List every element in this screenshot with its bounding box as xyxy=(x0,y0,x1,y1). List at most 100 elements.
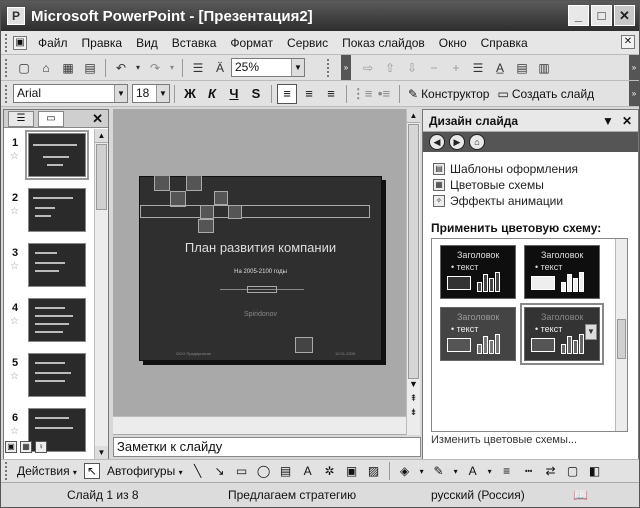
redo-dropdown-icon[interactable]: ▾ xyxy=(168,59,176,77)
scroll-down-icon[interactable]: ▼ xyxy=(95,446,108,460)
slide-thumbnail[interactable]: 1 ☆ xyxy=(4,129,94,181)
scroll-up-icon[interactable]: ▲ xyxy=(95,129,108,143)
close-icon[interactable]: ✕ xyxy=(92,111,103,127)
menu-window[interactable]: Окно xyxy=(432,36,474,50)
design-templates-link[interactable]: ▤ Шаблоны оформления xyxy=(433,162,578,176)
line-icon[interactable]: ╲ xyxy=(190,463,206,479)
chevron-down-icon[interactable]: ▾ xyxy=(487,463,493,479)
insert-comment-icon[interactable]: ▤ xyxy=(513,59,531,77)
menu-file[interactable]: Файл xyxy=(31,36,75,50)
task-pane-menu-icon[interactable]: ▼ xyxy=(602,114,614,128)
toolbar-options-icon[interactable]: » xyxy=(629,55,639,80)
editor-scrollbar[interactable]: ▲ ▼ ⇞ ⇟ xyxy=(406,109,420,435)
slide-thumbnail[interactable]: 3 ☆ xyxy=(4,239,94,291)
underline-button[interactable]: Ч xyxy=(224,84,244,104)
color-schemes-link[interactable]: ▦ Цветовые схемы xyxy=(433,178,544,192)
scroll-down-icon[interactable]: ▼ xyxy=(407,379,420,389)
line-color-icon[interactable]: ✎ xyxy=(431,463,447,479)
slide-title[interactable]: План развития компании xyxy=(140,240,381,255)
save-icon[interactable]: ▦ xyxy=(59,59,77,77)
slide-subtitle[interactable]: На 2005-2100 годы xyxy=(140,269,381,275)
chevron-down-icon[interactable]: ▼ xyxy=(585,324,597,340)
maximize-button[interactable]: □ xyxy=(591,5,612,26)
tab-outline[interactable]: ☰ xyxy=(8,110,34,127)
select-objects-icon[interactable]: ↖ xyxy=(83,463,100,479)
expand-icon[interactable]: + xyxy=(447,59,465,77)
home-icon[interactable]: ⌂ xyxy=(469,134,485,150)
menu-tools[interactable]: Сервис xyxy=(280,36,335,50)
menu-help[interactable]: Справка xyxy=(474,36,535,50)
color-scheme-option[interactable]: Заголовок • текст xyxy=(524,245,600,299)
rectangle-icon[interactable]: ▭ xyxy=(234,463,250,479)
toolbar-options-icon[interactable]: » xyxy=(629,81,639,106)
new-slide-button[interactable]: ▭ Создать слайд xyxy=(497,87,594,101)
collapse-icon[interactable]: − xyxy=(425,59,443,77)
shadow-button[interactable]: S xyxy=(246,84,266,104)
open-icon[interactable]: ⌂ xyxy=(37,59,55,77)
toolbar-grip[interactable] xyxy=(5,58,9,77)
slide-sorter-icon[interactable]: ▦ xyxy=(20,441,32,453)
menu-format[interactable]: Формат xyxy=(223,36,280,50)
font-size-select[interactable]: 18 ▼ xyxy=(132,84,170,103)
menu-view[interactable]: Вид xyxy=(129,36,165,50)
document-icon[interactable]: ▣ xyxy=(13,35,27,50)
wordart-icon[interactable]: A xyxy=(300,463,316,479)
chevron-down-icon[interactable]: ▼ xyxy=(114,85,127,102)
formatting-icon[interactable]: Ä xyxy=(211,59,229,77)
3d-style-icon[interactable]: ◧ xyxy=(587,463,603,479)
powerpoint-icon[interactable]: P xyxy=(7,7,25,25)
scroll-up-icon[interactable]: ▲ xyxy=(407,109,420,123)
slideshow-icon[interactable]: ♀ xyxy=(35,441,47,453)
color-scheme-option[interactable]: Заголовок • текст xyxy=(440,245,516,299)
animation-effects-link[interactable]: ✧ Эффекты анимации xyxy=(433,194,563,208)
align-center-icon[interactable]: ≡ xyxy=(299,84,319,104)
menu-slideshow[interactable]: Показ слайдов xyxy=(335,36,432,50)
forward-icon[interactable]: ▶ xyxy=(449,134,465,150)
scroll-thumb[interactable] xyxy=(617,319,626,359)
slide-canvas[interactable]: План развития компании На 2005-2100 годы… xyxy=(139,175,382,361)
move-down-icon[interactable]: ⇩ xyxy=(403,59,421,77)
previous-slide-icon[interactable]: ⇞ xyxy=(407,393,420,404)
clipart-icon[interactable]: ▣ xyxy=(344,463,360,479)
color-scheme-option[interactable]: Заголовок • текст xyxy=(440,307,516,361)
menu-edit[interactable]: Правка xyxy=(75,36,130,50)
insert-chart-icon[interactable]: ▥ xyxy=(535,59,553,77)
slide-thumbnail[interactable]: 5 ☆ xyxy=(4,349,94,401)
arrow-icon[interactable]: ↘ xyxy=(212,463,228,479)
color-scheme-option[interactable]: Заголовок • текст ▼ xyxy=(520,303,604,365)
edit-color-schemes-link[interactable]: Изменить цветовые схемы... xyxy=(431,434,577,446)
arrow-style-icon[interactable]: ⇄ xyxy=(543,463,559,479)
align-left-icon[interactable]: ≡ xyxy=(277,83,297,104)
slides-scrollbar[interactable]: ▲ ▼ xyxy=(94,129,108,460)
summary-slide-icon[interactable]: ☰ xyxy=(469,59,487,77)
minimize-button[interactable]: _ xyxy=(568,5,589,26)
menu-insert[interactable]: Вставка xyxy=(165,36,224,50)
scroll-thumb[interactable] xyxy=(96,144,107,210)
slide-thumbnail[interactable]: 4 ☆ xyxy=(4,294,94,346)
autoshapes-menu[interactable]: Автофигуры ▾ xyxy=(103,464,187,478)
toolbar-grip[interactable] xyxy=(327,58,331,77)
language-indicator[interactable]: русский (Россия) xyxy=(431,488,525,502)
slide-author[interactable]: Spiridonov xyxy=(140,311,381,318)
diagram-icon[interactable]: ✲ xyxy=(322,463,338,479)
chevron-down-icon[interactable]: ▾ xyxy=(453,463,459,479)
show-formatting-icon[interactable]: A̲ xyxy=(491,59,509,77)
demote-icon[interactable]: ⇨ xyxy=(359,59,377,77)
gallery-scrollbar[interactable] xyxy=(615,239,627,431)
editor-hscrollbar[interactable] xyxy=(113,416,406,434)
tab-slides[interactable]: ▭ xyxy=(38,110,64,127)
bullets-icon[interactable]: •≡ xyxy=(374,84,394,104)
expand-all-icon[interactable]: ☰ xyxy=(189,59,207,77)
numbering-icon[interactable]: ⋮≡ xyxy=(352,84,373,104)
redo-icon[interactable]: ↷ xyxy=(146,59,164,77)
textbox-icon[interactable]: ▤ xyxy=(278,463,294,479)
toolbar-grip[interactable] xyxy=(5,33,9,52)
bold-button[interactable]: Ж xyxy=(180,84,200,104)
fill-color-icon[interactable]: ◈ xyxy=(397,463,413,479)
picture-icon[interactable]: ▨ xyxy=(366,463,382,479)
next-slide-icon[interactable]: ⇟ xyxy=(407,407,420,418)
toolbar-grip[interactable] xyxy=(5,462,9,480)
chevron-down-icon[interactable]: ▾ xyxy=(419,463,425,479)
normal-view-icon[interactable]: ▣ xyxy=(5,441,17,453)
undo-icon[interactable]: ↶ xyxy=(112,59,130,77)
